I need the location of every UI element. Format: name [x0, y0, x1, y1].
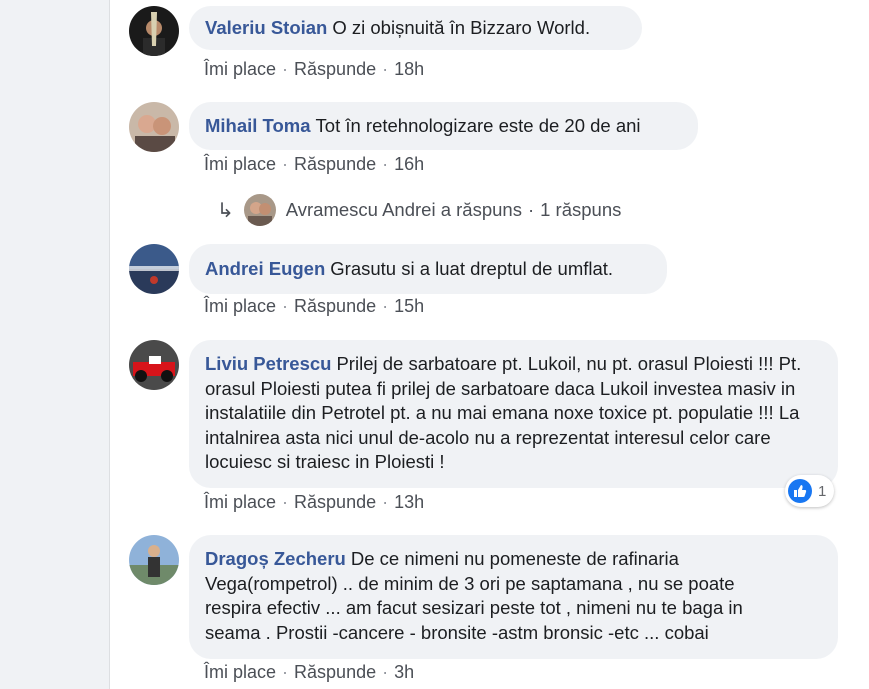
comment-text: Grasutu si a luat dreptul de umflat. [330, 258, 614, 279]
avatar[interactable] [129, 535, 179, 585]
separator: · [282, 492, 289, 512]
separator: · [282, 59, 289, 79]
comment-bubble: Dragoș Zecheru De ce nimeni nu pomeneste … [189, 535, 838, 659]
reply-count: 1 răspuns [540, 199, 622, 220]
separator: · [282, 662, 289, 682]
comment-bubble: Andrei Eugen Grasutu si a luat dreptul de… [189, 244, 667, 294]
comment-bubble: Valeriu Stoian O zi obișnuită în Bizzaro … [189, 6, 642, 50]
reply-arrow-icon: ↳ [217, 199, 234, 222]
reply-link[interactable]: Răspunde [294, 59, 376, 79]
separator: · [382, 59, 389, 79]
reply-link[interactable]: Răspunde [294, 662, 376, 682]
thumbs-up-icon [788, 479, 812, 503]
comment-author[interactable]: Liviu Petrescu [205, 353, 331, 374]
comment-bubble: Mihail Toma Tot în retehnologizare este d… [189, 102, 698, 150]
comment-text: O zi obișnuită în Bizzaro World. [332, 17, 591, 38]
separator: · [527, 199, 535, 220]
comment-actions: Îmi place · Răspunde · 18h [204, 59, 424, 80]
separator: · [282, 154, 289, 174]
like-link[interactable]: Îmi place [204, 154, 276, 174]
reaction-count[interactable]: 1 [785, 475, 835, 507]
separator: · [382, 492, 389, 512]
avatar[interactable] [129, 244, 179, 294]
like-link[interactable]: Îmi place [204, 296, 276, 316]
timestamp[interactable]: 13h [394, 492, 424, 512]
comment-bubble: Liviu Petrescu Prilej de sarbatoare pt. L… [189, 340, 838, 488]
like-link[interactable]: Îmi place [204, 59, 276, 79]
separator: · [382, 296, 389, 316]
timestamp[interactable]: 16h [394, 154, 424, 174]
comment-author[interactable]: Andrei Eugen [205, 258, 325, 279]
comment-author[interactable]: Mihail Toma [205, 115, 311, 136]
avatar[interactable] [129, 6, 179, 56]
like-link[interactable]: Îmi place [204, 662, 276, 682]
timestamp[interactable]: 3h [394, 662, 414, 682]
comment-actions: Îmi place · Răspunde · 3h [204, 662, 414, 683]
view-replies-link[interactable]: ↳ Avramescu Andrei a răspuns · 1 răspuns [217, 194, 621, 226]
left-sidebar-background [0, 0, 110, 689]
comment-actions: Îmi place · Răspunde · 16h [204, 154, 424, 175]
timestamp[interactable]: 15h [394, 296, 424, 316]
comment-actions: Îmi place · Răspunde · 15h [204, 296, 424, 317]
timestamp[interactable]: 18h [394, 59, 424, 79]
avatar[interactable] [129, 102, 179, 152]
comment-author[interactable]: Valeriu Stoian [205, 17, 327, 38]
comment-actions: Îmi place · Răspunde · 13h [204, 492, 424, 513]
reaction-number: 1 [818, 482, 827, 500]
avatar[interactable] [129, 340, 179, 390]
reply-link[interactable]: Răspunde [294, 296, 376, 316]
separator: · [382, 154, 389, 174]
separator: · [282, 296, 289, 316]
reply-summary-text: Avramescu Andrei a răspuns [285, 199, 522, 220]
like-link[interactable]: Îmi place [204, 492, 276, 512]
reply-link[interactable]: Răspunde [294, 154, 376, 174]
reply-link[interactable]: Răspunde [294, 492, 376, 512]
comment-author[interactable]: Dragoș Zecheru [205, 548, 346, 569]
separator: · [382, 662, 389, 682]
avatar [243, 194, 276, 226]
comment-text: Tot în retehnologizare este de 20 de ani [315, 115, 641, 136]
